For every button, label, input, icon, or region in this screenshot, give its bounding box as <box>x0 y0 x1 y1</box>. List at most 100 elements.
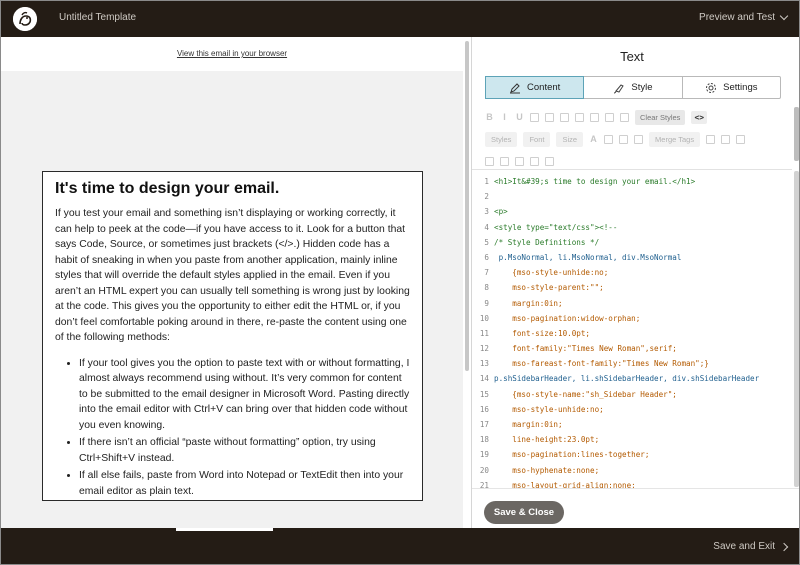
save-and-exit-button[interactable]: Save and Exit <box>713 541 789 552</box>
table-icon[interactable] <box>485 156 494 166</box>
code-line: 7 {mso-style-unhide:no; <box>472 265 792 280</box>
blockquote-icon[interactable] <box>515 156 524 166</box>
preview-and-test-label: Preview and Test <box>699 12 775 23</box>
line-number: 6 <box>484 252 489 262</box>
highlight-icon[interactable] <box>604 134 614 144</box>
numbered-list-icon[interactable] <box>590 112 599 122</box>
clear-styles-button[interactable]: Clear Styles <box>635 109 686 125</box>
code-line: 20 mso-hyphenate:none; <box>472 463 792 478</box>
email-preview: View this email in your browser It's tim… <box>1 37 463 528</box>
code-text: mso-layout-grid-align:none; <box>494 480 636 488</box>
email-heading: It's time to design your email. <box>55 180 280 197</box>
size-dropdown[interactable]: Size <box>556 131 584 147</box>
source-code-button[interactable]: <> <box>691 110 708 124</box>
line-number: 11 <box>479 328 489 338</box>
app-window: Untitled Template Preview and Test View … <box>0 0 800 565</box>
tab-content-label: Content <box>527 82 561 93</box>
code-scrollbar[interactable] <box>794 171 799 487</box>
code-text: line-height:23.0pt; <box>494 435 600 445</box>
line-number: 10 <box>479 313 489 323</box>
panel-actions: Save & Close <box>472 488 799 528</box>
bottom-bar: Save and Exit <box>1 528 799 564</box>
gear-icon <box>706 82 717 93</box>
ltr-icon[interactable] <box>736 134 746 144</box>
tab-style[interactable]: Style <box>584 77 683 98</box>
chevron-right-icon <box>779 542 789 551</box>
code-text: <style type="text/css"><!-- <box>494 222 618 232</box>
mailchimp-logo-icon[interactable] <box>13 7 37 31</box>
image-icon[interactable] <box>560 112 569 122</box>
code-line: 9 margin:0in; <box>472 296 792 311</box>
code-text: <h1>It&#39;s time to design your email.<… <box>494 177 696 186</box>
preview-bottom-edge <box>176 528 273 531</box>
line-number: 8 <box>484 283 489 293</box>
save-and-close-button[interactable]: Save & Close <box>484 501 564 524</box>
anchor-icon[interactable] <box>545 112 554 122</box>
code-text: mso-pagination:widow-orphan; <box>494 313 641 323</box>
code-text: mso-hyphenate:none; <box>494 465 600 475</box>
preview-scrollbar[interactable] <box>464 37 470 528</box>
line-number: 7 <box>484 268 489 278</box>
code-text: {mso-style-unhide:no; <box>494 268 609 278</box>
template-title[interactable]: Untitled Template <box>59 12 136 23</box>
rich-text-toolbar: B I U Clear Styles <> Styles Font Size A <box>485 107 785 173</box>
underline-icon[interactable]: U <box>515 112 524 122</box>
line-number: 9 <box>484 298 489 308</box>
tab-style-label: Style <box>631 82 653 93</box>
code-line: 6 p.MsoNormal, li.MsoNormal, div.MsoNorm… <box>472 250 792 265</box>
code-line: 16 mso-style-unhide:no; <box>472 402 792 417</box>
code-text: mso-style-unhide:no; <box>494 404 604 414</box>
code-line: 8 mso-style-parent:""; <box>472 280 792 295</box>
preheader: View this email in your browser <box>1 37 463 71</box>
view-in-browser-link[interactable]: View this email in your browser <box>1 49 463 58</box>
preview-and-test-button[interactable]: Preview and Test <box>699 11 789 23</box>
redo-icon[interactable] <box>545 156 554 166</box>
top-bar: Untitled Template Preview and Test <box>1 1 799 37</box>
line-number: 12 <box>479 344 489 354</box>
line-number: 5 <box>484 237 489 247</box>
preview-scrollbar-thumb[interactable] <box>465 41 469 371</box>
tab-settings-label: Settings <box>723 82 758 93</box>
code-line: 18 line-height:23.0pt; <box>472 432 792 447</box>
text-content-block[interactable]: It's time to design your email. If you t… <box>42 171 423 501</box>
paragraph-icon[interactable] <box>706 134 716 144</box>
undo-icon[interactable] <box>530 156 539 166</box>
code-text: mso-fareast-font-family:"Times New Roman… <box>494 359 709 369</box>
code-line: 3 <p> <box>472 204 792 219</box>
indent-icon[interactable] <box>620 112 629 122</box>
code-text: mso-style-parent:""; <box>494 283 604 293</box>
rtl-icon[interactable] <box>721 134 731 144</box>
toolbar-scrollbar[interactable] <box>794 105 799 163</box>
code-text: font-size:10.0pt; <box>494 328 591 338</box>
code-text: margin:0in; <box>494 420 563 429</box>
code-lines: 1 <h1>It&#39;s time to design your email.… <box>472 170 792 488</box>
bold-icon[interactable]: B <box>485 112 494 122</box>
font-dropdown[interactable]: Font <box>523 131 551 147</box>
special-chars-icon[interactable] <box>619 134 629 144</box>
code-line: 10 mso-pagination:widow-orphan; <box>472 311 792 326</box>
code-text: margin:0in; <box>494 298 563 308</box>
merge-tags-dropdown[interactable]: Merge Tags <box>649 131 701 147</box>
italic-icon[interactable]: I <box>500 112 509 122</box>
code-line: 2 <box>472 189 792 204</box>
code-line: 5 /* Style Definitions */ <box>472 235 792 250</box>
outdent-icon[interactable] <box>605 112 614 122</box>
list-item: If your tool gives you the option to pas… <box>79 356 410 434</box>
text-color-icon[interactable]: A <box>589 134 598 144</box>
chevron-down-icon <box>779 11 789 21</box>
code-line: 15 {mso-style-name:"sh_Sidebar Header"; <box>472 387 792 402</box>
code-text: p.MsoNormal, li.MsoNormal, div.MsoNormal <box>494 252 682 262</box>
line-number: 2 <box>484 192 489 202</box>
code-scrollbar-thumb[interactable] <box>794 171 799 487</box>
styles-dropdown[interactable]: Styles <box>485 131 518 147</box>
horizontal-rule-icon[interactable] <box>500 156 509 166</box>
align-icon[interactable] <box>634 134 644 144</box>
tab-content[interactable]: Content <box>485 76 585 99</box>
html-source-editor[interactable]: 1 <h1>It&#39;s time to design your email.… <box>472 169 792 488</box>
paintbrush-icon <box>614 83 625 93</box>
bulleted-list-icon[interactable] <box>575 112 584 122</box>
tab-settings[interactable]: Settings <box>683 77 780 98</box>
link-icon[interactable] <box>530 112 539 122</box>
toolbar-scrollbar-thumb[interactable] <box>794 107 799 161</box>
line-number: 18 <box>479 435 489 445</box>
